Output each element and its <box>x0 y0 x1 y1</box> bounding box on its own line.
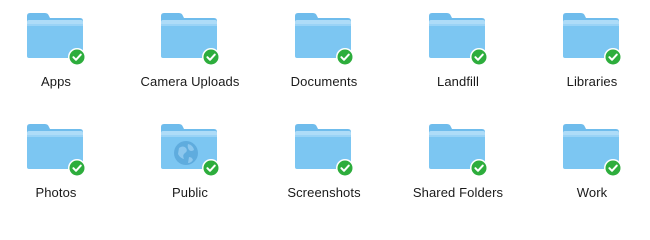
folder-icon <box>293 10 357 70</box>
sync-complete-icon <box>202 48 220 66</box>
folder-icon <box>427 121 491 181</box>
sync-complete-icon <box>336 48 354 66</box>
folder-label: Documents <box>290 74 358 89</box>
folder-icon <box>159 10 223 70</box>
folder-item-shared-folders[interactable]: Shared Folders <box>391 111 525 211</box>
sync-complete-icon <box>202 159 220 177</box>
folder-grid: Apps Camera Uploads Documents Landfill L… <box>0 0 650 240</box>
folder-label: Work <box>576 185 608 200</box>
folder-label: Landfill <box>437 74 479 89</box>
folder-label: Shared Folders <box>412 185 504 200</box>
folder-icon <box>25 10 89 70</box>
globe-icon <box>174 141 198 165</box>
sync-complete-icon <box>336 159 354 177</box>
folder-label: Public <box>171 185 208 200</box>
folder-item-photos[interactable]: Photos <box>0 111 123 211</box>
folder-icon <box>427 10 491 70</box>
sync-complete-icon <box>68 48 86 66</box>
sync-complete-icon <box>604 48 622 66</box>
folder-icon <box>561 121 625 181</box>
folder-label: Photos <box>35 185 77 200</box>
public-folder-icon <box>159 121 223 181</box>
folder-item-camera-uploads[interactable]: Camera Uploads <box>123 0 257 100</box>
folder-icon <box>25 121 89 181</box>
folder-label: Libraries <box>566 74 618 89</box>
folder-item-apps[interactable]: Apps <box>0 0 123 100</box>
folder-label: Apps <box>40 74 72 89</box>
folder-item-landfill[interactable]: Landfill <box>391 0 525 100</box>
sync-complete-icon <box>604 159 622 177</box>
folder-icon <box>293 121 357 181</box>
folder-item-libraries[interactable]: Libraries <box>525 0 650 100</box>
folder-icon <box>561 10 625 70</box>
folder-label: Screenshots <box>287 185 361 200</box>
folder-item-work[interactable]: Work <box>525 111 650 211</box>
sync-complete-icon <box>68 159 86 177</box>
folder-item-public[interactable]: Public <box>123 111 257 211</box>
folder-label: Camera Uploads <box>140 74 240 89</box>
folder-item-screenshots[interactable]: Screenshots <box>257 111 391 211</box>
sync-complete-icon <box>470 159 488 177</box>
sync-complete-icon <box>470 48 488 66</box>
folder-item-documents[interactable]: Documents <box>257 0 391 100</box>
